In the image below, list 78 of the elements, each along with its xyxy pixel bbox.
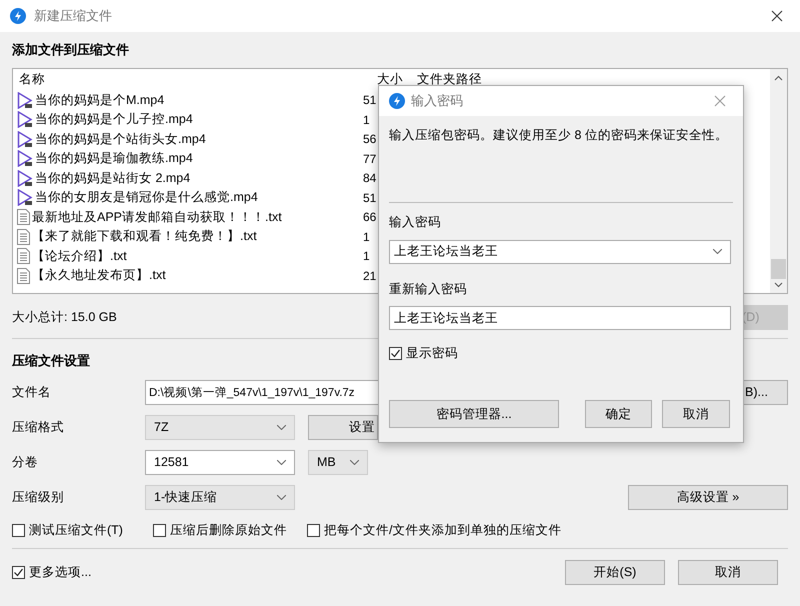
text-file-icon <box>17 228 30 245</box>
file-size: 1 <box>362 248 370 266</box>
text-file-icon <box>17 248 30 264</box>
file-size: 21 <box>362 268 376 285</box>
file-size: 1 <box>362 228 370 246</box>
scrollbar[interactable] <box>770 68 787 292</box>
file-name[interactable]: 最新地址及APP请发邮箱自动获取！！！.txt <box>32 208 282 227</box>
window-title: 新建压缩文件 <box>34 7 112 26</box>
checkbox[interactable] <box>12 566 25 578</box>
file-name[interactable]: 当你的妈妈是站街女 2.mp4 <box>35 168 190 188</box>
file-name[interactable]: 【论坛介绍】.txt <box>32 246 127 266</box>
total-size-label: 大小总计: 15.0 GB <box>12 308 117 326</box>
video-file-icon <box>17 170 33 187</box>
field-label: 分卷 <box>12 454 39 472</box>
field-label: 重新输入密码 <box>389 280 468 298</box>
column-header[interactable]: 大小 <box>377 70 403 89</box>
field-label: 输入密码 <box>389 214 442 231</box>
checkbox[interactable] <box>12 524 25 536</box>
ok-button[interactable]: 确定 <box>585 400 652 428</box>
checkbox-label[interactable]: 压缩后删除原始文件 <box>170 520 287 540</box>
cancel-button[interactable]: 取消 <box>678 560 778 584</box>
cancel-button[interactable]: 取消 <box>662 400 730 428</box>
settings-button[interactable]: 设置 <box>308 415 378 440</box>
checkbox-label[interactable]: 显示密码 <box>406 344 458 363</box>
close-icon <box>714 95 726 107</box>
caret-icon <box>277 460 286 465</box>
video-file-icon <box>17 130 33 148</box>
file-size: 66 <box>362 209 376 226</box>
file-size: 56 <box>362 131 376 148</box>
caret-icon <box>713 249 722 254</box>
password-combobox[interactable]: 上老王论坛当老王 <box>389 240 731 264</box>
video-file-icon <box>17 189 33 206</box>
file-size: 77 <box>362 150 376 168</box>
section-title: 添加文件到压缩文件 <box>12 41 129 59</box>
password-manager-button[interactable]: 密码管理器... <box>389 400 559 428</box>
column-header[interactable]: 文件夹路径 <box>417 70 482 89</box>
file-name[interactable]: 当你的妈妈是个儿子控.mp4 <box>35 110 193 130</box>
file-name[interactable]: 当你的妈妈是个M.mp4 <box>35 90 164 110</box>
video-file-icon <box>17 111 33 128</box>
file-size: 51 <box>362 190 376 207</box>
text-file-icon <box>17 209 30 226</box>
caret-icon <box>277 425 286 430</box>
format-dropdown[interactable]: 7Z <box>145 415 295 440</box>
field-label: 压缩级别 <box>12 489 65 506</box>
checkbox[interactable] <box>389 347 402 360</box>
file-name[interactable]: 当你的妈妈是瑜伽教练.mp4 <box>35 149 193 168</box>
start-button[interactable]: 开始(S) <box>565 560 665 584</box>
file-name[interactable]: 【永久地址发布页】.txt <box>32 266 166 286</box>
advanced-settings-button[interactable]: 高级设置 » <box>628 485 788 510</box>
checkbox-label[interactable]: 更多选项... <box>29 562 92 582</box>
unit-dropdown[interactable]: MB <box>308 450 368 475</box>
file-size: 84 <box>362 170 376 188</box>
column-header[interactable]: 名称 <box>19 70 319 89</box>
split-size-combobox[interactable]: 12581 <box>145 450 295 475</box>
close-icon <box>771 10 783 22</box>
field-label: 压缩格式 <box>12 419 65 436</box>
checkbox-label[interactable]: 测试压缩文件(T) <box>29 520 123 540</box>
caret-icon <box>277 495 286 500</box>
checkbox-label[interactable]: 把每个文件/文件夹添加到单独的压缩文件 <box>324 520 562 540</box>
file-size: 51 <box>362 92 376 110</box>
dialog-title: 输入密码 <box>411 92 463 110</box>
video-file-icon <box>17 150 33 168</box>
field-label: 文件名 <box>12 384 52 402</box>
app-logo-icon <box>10 8 26 24</box>
file-size: 1 <box>362 112 370 129</box>
video-file-icon <box>17 92 33 109</box>
level-dropdown[interactable]: 1-快速压缩 <box>145 485 295 510</box>
dialog-message: 输入压缩包密码。建议使用至少 8 位的密码来保证安全性。 <box>389 127 729 144</box>
file-name[interactable]: 当你的妈妈是个站街头女.mp4 <box>35 130 206 149</box>
file-name[interactable]: 当你的女朋友是销冠你是什么感觉.mp4 <box>35 188 258 208</box>
confirm-password-field[interactable]: 上老王论坛当老王 <box>389 306 731 330</box>
section-title: 压缩文件设置 <box>12 352 90 370</box>
caret-icon <box>350 460 359 465</box>
checkbox[interactable] <box>306 524 320 536</box>
checkbox[interactable] <box>152 524 166 536</box>
file-name[interactable]: 【来了就能下载和观看！纯免费！】.txt <box>32 227 257 246</box>
app-logo-icon <box>389 93 405 109</box>
text-file-icon <box>17 268 30 284</box>
